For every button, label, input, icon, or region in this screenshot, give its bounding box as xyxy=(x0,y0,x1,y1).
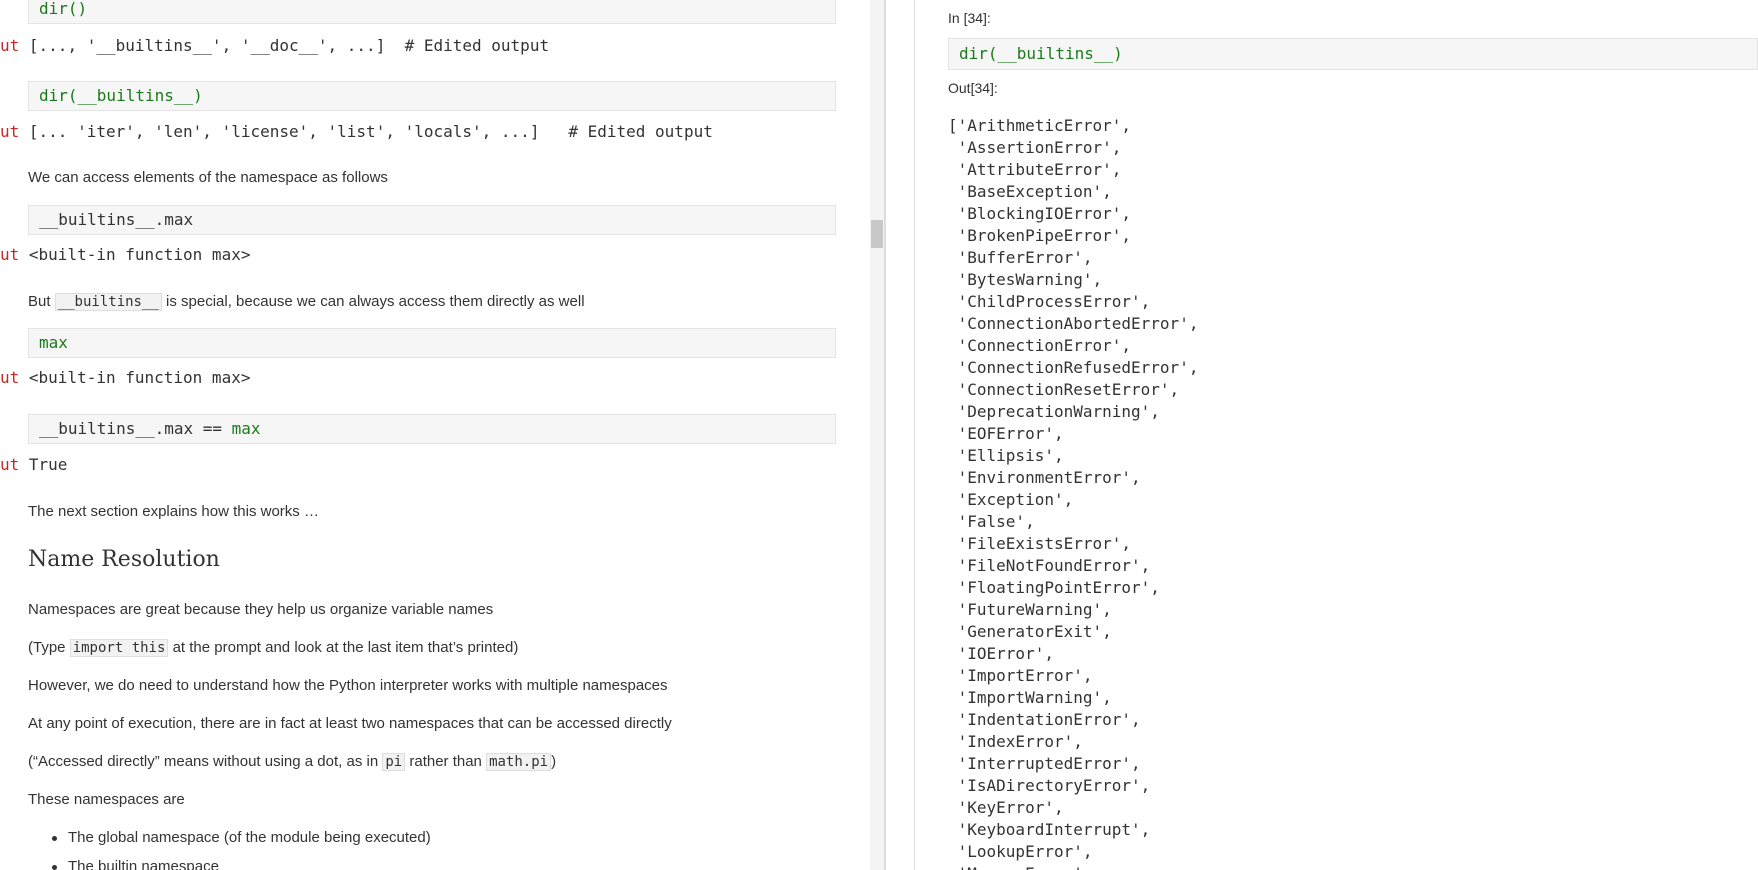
output-list-line: 'BlockingIOError', xyxy=(948,204,1132,223)
output-list-line: 'ChildProcessError', xyxy=(948,292,1151,311)
list-item: The builtin namespace xyxy=(68,858,219,870)
output-list-line: 'ImportWarning', xyxy=(948,688,1112,707)
output-list-line: 'False', xyxy=(948,512,1035,531)
text: But xyxy=(28,293,55,310)
out-prompt: ut xyxy=(0,245,20,264)
output-list-line: 'BytesWarning', xyxy=(948,270,1103,289)
code-cell-compare[interactable]: __builtins__.max == max xyxy=(28,414,836,444)
paragraph-these: These namespaces are xyxy=(28,791,185,808)
output-list-line: 'ConnectionError', xyxy=(948,336,1132,355)
inline-code: __builtins__ xyxy=(54,293,162,311)
output-list-line: 'FutureWarning', xyxy=(948,600,1112,619)
output-line-3: ut <built-in function max> xyxy=(0,245,250,265)
output-text: <built-in function max> xyxy=(28,245,251,264)
output-list-line: 'Exception', xyxy=(948,490,1074,509)
code-text: dir(__builtins__) xyxy=(39,86,203,105)
paragraph-atany: At any point of execution, there are in … xyxy=(28,715,672,732)
output-list-line: 'FloatingPointError', xyxy=(948,578,1160,597)
code-text: dir(__builtins__) xyxy=(959,44,1123,63)
left-notebook-pane: dir() ut [..., '__builtins__', '__doc__'… xyxy=(0,0,870,870)
output-list-line: 'IndexError', xyxy=(948,732,1083,751)
output-list-line: 'FileExistsError', xyxy=(948,534,1132,553)
text: rather than xyxy=(405,753,487,770)
scrollbar-track[interactable] xyxy=(870,0,884,870)
output-list-line: 'Ellipsis', xyxy=(948,446,1064,465)
text: is special, because we can always access… xyxy=(161,293,585,310)
inline-code: import this xyxy=(69,639,169,657)
paragraph-accessed: (“Accessed directly” means without using… xyxy=(28,752,556,772)
paragraph-access: We can access elements of the namespace … xyxy=(28,169,388,186)
paragraph-type: (Type import this at the prompt and look… xyxy=(28,638,518,658)
output-list-line: 'KeyError', xyxy=(948,798,1064,817)
output-list: ['ArithmeticError', 'AssertionError', 'A… xyxy=(948,115,1198,870)
output-list-line: 'ConnectionResetError', xyxy=(948,380,1180,399)
output-line-1: ut [..., '__builtins__', '__doc__', ...]… xyxy=(0,36,549,56)
output-list-line: 'DeprecationWarning', xyxy=(948,402,1160,421)
out-prompt: ut xyxy=(0,36,20,55)
out-prompt: ut xyxy=(0,122,20,141)
code-text: __builtins__.max == xyxy=(39,419,232,438)
text: at the prompt and look at the last item … xyxy=(168,639,519,656)
bullet-dot xyxy=(52,836,57,841)
output-list-line: 'KeyboardInterrupt', xyxy=(948,820,1151,839)
output-list-line: 'AttributeError', xyxy=(948,160,1122,179)
output-list-line: 'MemoryError', xyxy=(948,863,1198,870)
output-line-5: ut True xyxy=(0,455,67,475)
output-text: [... 'iter', 'len', 'license', 'list', '… xyxy=(28,122,713,141)
right-notebook-pane: In [34]: dir(__builtins__) Out[34]: ['Ar… xyxy=(886,0,1758,870)
text: (Type xyxy=(28,639,70,656)
output-list-line: 'EnvironmentError', xyxy=(948,468,1141,487)
inline-code: pi xyxy=(382,753,406,771)
output-list-line: 'BrokenPipeError', xyxy=(948,226,1132,245)
bullet-dot xyxy=(52,865,57,870)
in-prompt: In [34]: xyxy=(948,10,991,26)
output-text: <built-in function max> xyxy=(28,368,251,387)
code-keyword: max xyxy=(231,419,261,438)
output-line-4: ut <built-in function max> xyxy=(0,368,250,388)
code-text: __builtins__.max xyxy=(39,210,194,229)
paragraph-next: The next section explains how this works… xyxy=(28,503,319,520)
code-cell-dir-builtins[interactable]: dir(__builtins__) xyxy=(948,38,1758,70)
text: (“Accessed directly” means without using… xyxy=(28,753,383,770)
code-cell-builtins-max[interactable]: __builtins__.max xyxy=(28,205,836,235)
output-list-line: 'LookupError', xyxy=(948,842,1093,861)
output-list-line: 'AssertionError', xyxy=(948,138,1122,157)
text: ) xyxy=(551,753,557,770)
output-list-line: 'IndentationError', xyxy=(948,710,1141,729)
output-list-line: 'BufferError', xyxy=(948,248,1093,267)
output-list-line: 'InterruptedError', xyxy=(948,754,1141,773)
output-list-line: 'ConnectionAbortedError', xyxy=(948,314,1199,333)
paragraph-however: However, we do need to understand how th… xyxy=(28,677,668,694)
output-list-line: 'IsADirectoryError', xyxy=(948,776,1151,795)
output-list-line: 'BaseException', xyxy=(948,182,1112,201)
scrollbar-thumb[interactable] xyxy=(871,220,883,248)
out-prompt: ut xyxy=(0,455,20,474)
out-prompt: ut xyxy=(0,368,20,387)
output-line-2: ut [... 'iter', 'len', 'license', 'list'… xyxy=(0,122,713,142)
code-text: dir() xyxy=(39,0,88,18)
paragraph-ns-great: Namespaces are great because they help u… xyxy=(28,601,494,618)
code-text: max xyxy=(39,333,68,352)
heading-name-resolution: Name Resolution xyxy=(28,547,220,572)
code-cell-dir-builtins[interactable]: dir(__builtins__) xyxy=(28,81,836,111)
output-text: True xyxy=(28,455,68,474)
paragraph-but: But __builtins__ is special, because we … xyxy=(28,292,585,312)
list-item: The global namespace (of the module bein… xyxy=(68,829,431,846)
output-list-line: 'FileNotFoundError', xyxy=(948,556,1151,575)
code-cell-max[interactable]: max xyxy=(28,328,836,358)
output-list-line: 'GeneratorExit', xyxy=(948,622,1112,641)
output-text: [..., '__builtins__', '__doc__', ...] # … xyxy=(28,36,550,55)
output-list-line: 'EOFError', xyxy=(948,424,1064,443)
out-prompt: Out[34]: xyxy=(948,80,998,96)
output-list-line: 'ImportError', xyxy=(948,666,1093,685)
code-cell-dir[interactable]: dir() xyxy=(28,0,836,24)
inline-code: math.pi xyxy=(486,753,552,771)
output-list-line: 'IOError', xyxy=(948,644,1054,663)
output-list-line: 'ConnectionRefusedError', xyxy=(948,358,1199,377)
output-list-line: ['ArithmeticError', xyxy=(948,116,1132,135)
